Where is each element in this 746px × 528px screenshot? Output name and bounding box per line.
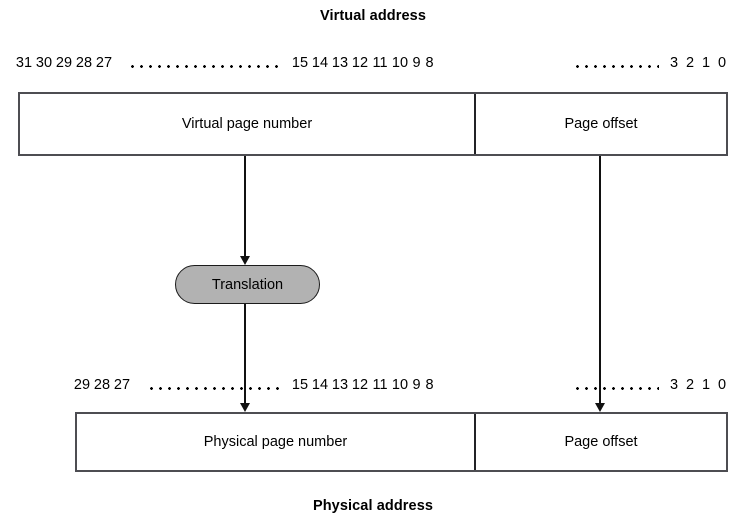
- pbit-label-29: 29: [73, 377, 91, 393]
- connector-translation-to-ppn-arrow-icon: [240, 403, 250, 412]
- bit-label-9: 9: [412, 55, 421, 71]
- physical-address-box: Physical page number Page offset: [75, 412, 728, 472]
- pbit-label-14: 14: [311, 377, 329, 393]
- physical-address-bit-ruler: 29 28 27 15 14 13 12 11 10 9 8 3210: [0, 377, 746, 397]
- field-virtual-page-number: Virtual page number: [181, 116, 313, 132]
- bit-label-13: 13: [331, 55, 349, 71]
- bit-label-30: 30: [35, 55, 53, 71]
- pbit-labels-3-0: 3210: [666, 377, 730, 393]
- bit-label-27: 27: [95, 55, 113, 71]
- pbit-label-1: 1: [701, 377, 711, 393]
- bit-label-28: 28: [75, 55, 93, 71]
- physical-address-title: Physical address: [312, 498, 434, 514]
- bit-ellipsis-upper-right: [573, 65, 659, 68]
- connector-vpn-to-translation-line: [244, 156, 246, 257]
- bit-label-3: 3: [669, 55, 679, 71]
- address-translation-diagram: Virtual address 31 30 29 28 27 15 14 13 12 11 10 9…: [0, 0, 746, 528]
- bit-label-29: 29: [55, 55, 73, 71]
- bit-label-2: 2: [685, 55, 695, 71]
- pbit-label-9: 9: [412, 377, 421, 393]
- virtual-address-title: Virtual address: [319, 8, 426, 24]
- pbit-label-28: 28: [93, 377, 111, 393]
- pbit-label-2: 2: [685, 377, 695, 393]
- connector-page-offset-passthrough-line: [599, 156, 601, 404]
- pbit-label-11: 11: [372, 377, 388, 393]
- virtual-address-box: Virtual page number Page offset: [18, 92, 728, 156]
- virtual-address-bit-ruler: 31 30 29 28 27 15 14 13 12 11 10 9 8 3210: [0, 55, 746, 75]
- bit-label-1: 1: [701, 55, 711, 71]
- pbit-labels-15-8: 15 14 13 12 11 10 9 8: [290, 377, 436, 393]
- pbit-label-12: 12: [351, 377, 369, 393]
- field-physical-page-offset: Page offset: [474, 414, 726, 470]
- bit-ellipsis-upper-left: [128, 65, 280, 68]
- connector-page-offset-passthrough-arrow-icon: [595, 403, 605, 412]
- bit-label-11: 11: [372, 55, 388, 71]
- pbit-label-15: 15: [291, 377, 309, 393]
- bit-label-12: 12: [351, 55, 369, 71]
- bit-labels-31-27: 31 30 29 28 27: [14, 55, 114, 71]
- pbit-ellipsis-lower-left: [147, 387, 280, 390]
- bit-label-31: 31: [15, 55, 33, 71]
- pbit-label-0: 0: [717, 377, 727, 393]
- pbit-labels-29-27: 29 28 27: [72, 377, 132, 393]
- connector-vpn-to-translation-arrow-icon: [240, 256, 250, 265]
- pbit-ellipsis-lower-right: [573, 387, 659, 390]
- pbit-label-3: 3: [669, 377, 679, 393]
- translation-node[interactable]: Translation: [175, 265, 320, 304]
- bit-label-14: 14: [311, 55, 329, 71]
- bit-label-10: 10: [391, 55, 409, 71]
- pbit-label-27: 27: [113, 377, 131, 393]
- pbit-label-8: 8: [425, 377, 434, 393]
- bit-labels-3-0: 3210: [666, 55, 730, 71]
- bit-label-8: 8: [425, 55, 434, 71]
- bit-labels-15-8: 15 14 13 12 11 10 9 8: [290, 55, 436, 71]
- field-virtual-page-offset: Page offset: [474, 94, 726, 154]
- field-physical-page-number: Physical page number: [203, 434, 348, 450]
- pbit-label-10: 10: [391, 377, 409, 393]
- bit-label-15: 15: [291, 55, 309, 71]
- pbit-label-13: 13: [331, 377, 349, 393]
- bit-label-0: 0: [717, 55, 727, 71]
